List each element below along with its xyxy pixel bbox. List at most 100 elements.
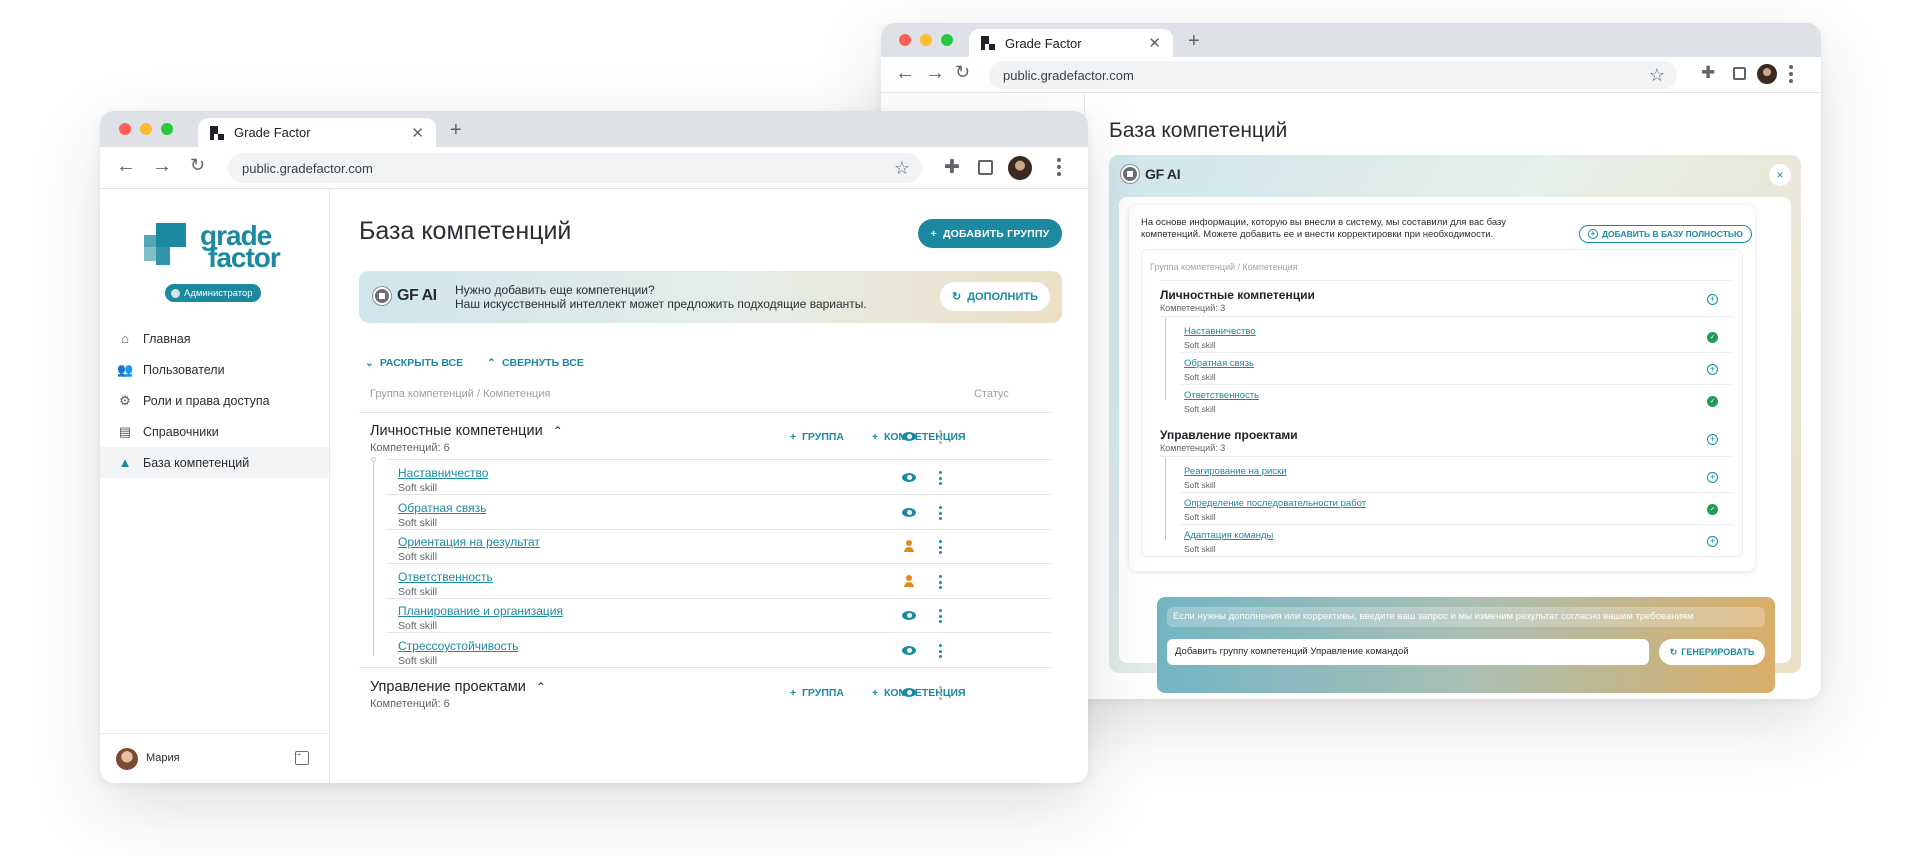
back-arrow-icon[interactable]: ← — [895, 63, 915, 83]
chevron-up-icon[interactable]: ⌃ — [553, 424, 563, 438]
add-item-icon[interactable]: + — [1707, 472, 1718, 483]
close-icon[interactable]: × — [1769, 164, 1791, 186]
chevron-up-icon[interactable]: ⌃ — [536, 680, 546, 694]
person-icon[interactable] — [903, 575, 915, 587]
group-title[interactable]: Управление проектами ⌃ — [370, 679, 546, 695]
new-tab-icon[interactable]: + — [1188, 31, 1200, 51]
add-competence-button[interactable]: + КОМПЕТЕНЦИЯ — [872, 431, 966, 443]
reload-icon[interactable]: ↻ — [190, 156, 205, 174]
add-competence-button[interactable]: + КОМПЕТЕНЦИЯ — [872, 687, 966, 699]
add-subgroup-button[interactable]: + ГРУППА — [790, 687, 844, 699]
maximize-window-button[interactable] — [941, 34, 953, 46]
close-window-button[interactable] — [899, 34, 911, 46]
person-icon[interactable] — [903, 540, 915, 552]
sidebar-nav: ⌂ Главная 👥 Пользователи ⚙ Роли и права … — [100, 323, 329, 478]
address-bar[interactable]: public.gradefactor.com ☆ — [228, 153, 922, 183]
browser-tab[interactable]: Grade Factor ✕ — [969, 29, 1173, 57]
close-tab-icon[interactable]: ✕ — [411, 124, 424, 142]
more-options-icon[interactable] — [939, 430, 942, 447]
address-bar[interactable]: public.gradefactor.com ☆ — [989, 61, 1677, 89]
list-item[interactable]: Ответственность — [1184, 390, 1259, 401]
eye-icon[interactable] — [902, 646, 916, 655]
more-options-icon[interactable] — [939, 506, 942, 523]
competence-link[interactable]: Ориентация на результат — [398, 535, 540, 549]
browser-menu-icon[interactable] — [1057, 158, 1061, 179]
minimize-window-button[interactable] — [920, 34, 932, 46]
extensions-icon[interactable]: ✚ — [944, 156, 960, 179]
forward-arrow-icon[interactable]: → — [152, 156, 172, 176]
supplement-label: ДОПОЛНИТЬ — [967, 290, 1038, 303]
extensions-icon[interactable]: ✚ — [1701, 63, 1715, 83]
sidebar-item-users[interactable]: 👥 Пользователи — [100, 354, 329, 385]
add-item-icon[interactable]: + — [1707, 364, 1718, 375]
close-window-button[interactable] — [119, 123, 131, 135]
minimize-window-button[interactable] — [140, 123, 152, 135]
chevron-up-icon: ⌃ — [487, 357, 496, 369]
list-item[interactable]: Адаптация команды — [1184, 530, 1273, 541]
grade-factor-logo[interactable]: grade factor — [144, 222, 294, 273]
competence-link[interactable]: Стрессоустойчивость — [398, 639, 518, 653]
sidebar-item-competence-base[interactable]: ▲ База компетенций — [100, 447, 329, 478]
list-item[interactable]: Определение последовательности работ — [1184, 498, 1366, 509]
more-options-icon[interactable] — [939, 644, 942, 661]
logo-mark — [156, 247, 170, 265]
expand-all-button[interactable]: ⌄ РАСКРЫТЬ ВСЕ — [365, 357, 463, 369]
url-text: public.gradefactor.com — [242, 160, 373, 176]
add-group-icon[interactable]: + — [1707, 294, 1718, 305]
sidebar-item-home[interactable]: ⌂ Главная — [100, 323, 329, 354]
competence-link[interactable]: Планирование и организация — [398, 604, 563, 618]
list-item-sub: Soft skill — [1184, 480, 1216, 490]
eye-icon[interactable] — [902, 432, 916, 441]
more-options-icon[interactable] — [939, 471, 942, 488]
add-subgroup-button[interactable]: + ГРУППА — [790, 431, 844, 443]
avatar[interactable] — [116, 748, 138, 770]
eye-icon[interactable] — [902, 611, 916, 620]
close-tab-icon[interactable]: ✕ — [1148, 34, 1161, 52]
supplement-button[interactable]: ↻ ДОПОЛНИТЬ — [940, 282, 1050, 311]
more-options-icon[interactable] — [939, 575, 942, 592]
bookmark-star-icon[interactable]: ☆ — [1649, 65, 1665, 86]
reload-icon[interactable]: ↻ — [955, 63, 970, 81]
more-options-icon[interactable] — [939, 686, 942, 703]
list-item-sub: Soft skill — [1184, 372, 1216, 382]
profile-avatar[interactable] — [1008, 156, 1032, 180]
list-item-sub: Soft skill — [1184, 404, 1216, 414]
eye-icon[interactable] — [902, 688, 916, 697]
competence-link[interactable]: Ответственность — [398, 570, 493, 584]
add-all-button[interactable]: + ДОБАВИТЬ В БАЗУ ПОЛНОСТЬЮ — [1579, 225, 1752, 243]
eye-icon[interactable] — [902, 473, 916, 482]
eye-icon[interactable] — [902, 508, 916, 517]
browser-menu-icon[interactable] — [1789, 65, 1793, 86]
logout-icon[interactable] — [292, 747, 309, 765]
generate-button[interactable]: ↻ ГЕНЕРИРОВАТЬ — [1659, 639, 1765, 665]
list-item[interactable]: Обратная связь — [1184, 358, 1254, 369]
prompt-input[interactable]: Добавить группу компетенций Управление к… — [1167, 639, 1649, 665]
side-panel-icon[interactable] — [1733, 67, 1746, 80]
ai-result-card: На основе информации, которую вы внесли … — [1119, 197, 1791, 693]
side-panel-icon[interactable] — [978, 160, 993, 175]
add-group-button[interactable]: + ДОБАВИТЬ ГРУППУ — [918, 219, 1062, 248]
logo-text: factor — [208, 242, 281, 273]
list-item[interactable]: Реагирование на риски — [1184, 466, 1287, 477]
maximize-window-button[interactable] — [161, 123, 173, 135]
bookmark-star-icon[interactable]: ☆ — [894, 158, 910, 179]
new-tab-icon[interactable]: + — [450, 120, 462, 140]
profile-avatar[interactable] — [1757, 64, 1777, 84]
sidebar-item-roles[interactable]: ⚙ Роли и права доступа — [100, 385, 329, 416]
favicon-icon — [981, 36, 995, 50]
ai-banner-line: Нужно добавить еще компетенции? — [455, 283, 655, 297]
more-options-icon[interactable] — [939, 540, 942, 557]
group-title[interactable]: Личностные компетенции ⌃ — [370, 423, 563, 439]
competence-link[interactable]: Обратная связь — [398, 501, 486, 515]
list-item[interactable]: Наставничество — [1184, 326, 1256, 337]
forward-arrow-icon[interactable]: → — [925, 63, 945, 83]
competence-link[interactable]: Наставничество — [398, 466, 488, 480]
more-options-icon[interactable] — [939, 609, 942, 626]
add-item-icon[interactable]: + — [1707, 536, 1718, 547]
add-group-icon[interactable]: + — [1707, 434, 1718, 445]
sidebar-item-references[interactable]: ▤ Справочники — [100, 416, 329, 447]
collapse-all-button[interactable]: ⌃ СВЕРНУТЬ ВСЕ — [487, 357, 584, 369]
browser-tab[interactable]: Grade Factor ✕ — [198, 118, 436, 147]
add-competence-label: КОМПЕТЕНЦИЯ — [883, 431, 966, 443]
back-arrow-icon[interactable]: ← — [116, 156, 136, 176]
